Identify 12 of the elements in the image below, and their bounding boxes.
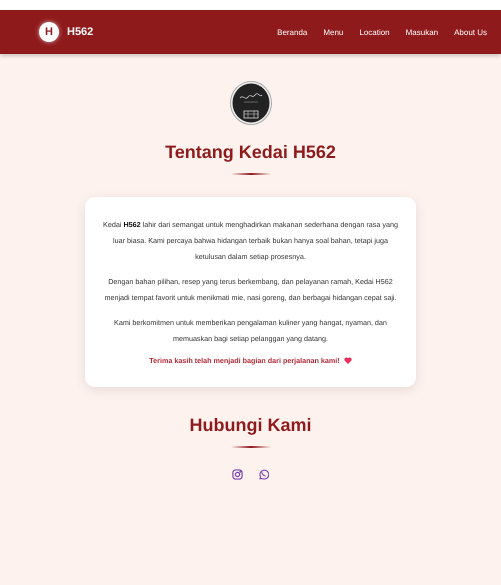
brand-logo: H	[39, 22, 59, 42]
brand-name: H562	[67, 26, 94, 38]
section-title: Hubungi Kami	[190, 415, 312, 436]
nav-link[interactable]: Menu	[323, 28, 344, 36]
nav-link[interactable]: About Us	[454, 28, 487, 36]
nav-link[interactable]: Location	[359, 28, 390, 36]
whatsapp-icon[interactable]	[258, 469, 269, 480]
heart-icon	[344, 357, 352, 364]
nav-link[interactable]: Masukan	[406, 28, 438, 36]
section-title: Tentang Kedai H562	[165, 142, 336, 163]
instagram-icon[interactable]	[232, 469, 243, 480]
nav-link[interactable]: Beranda	[277, 28, 308, 36]
